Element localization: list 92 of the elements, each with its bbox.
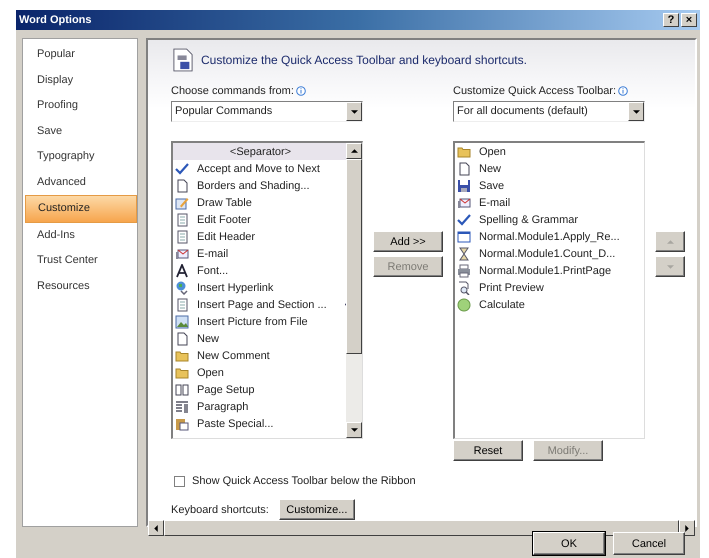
sidebar-item[interactable]: Popular [25, 42, 137, 68]
command-list-item[interactable]: <Separator> [173, 143, 346, 160]
command-list-item[interactable]: Font... [173, 262, 346, 279]
sidebar-item[interactable]: Trust Center [25, 248, 137, 274]
dialog-button[interactable]: OK [533, 532, 605, 555]
toolbar-list-item[interactable]: Calculate [455, 296, 644, 313]
toolbar-list-item[interactable]: Print Preview [455, 279, 644, 296]
folder-icon [175, 366, 189, 380]
sidebar-item[interactable]: Save [25, 118, 137, 144]
document-icon [175, 298, 189, 312]
toolbar-list-item[interactable]: Normal.Module1.Count_D... [455, 245, 644, 262]
scroll-thumb[interactable] [346, 159, 362, 354]
scroll-up-icon [350, 149, 358, 153]
toolbar-list-item[interactable]: Normal.Module1.Apply_Re... [455, 228, 644, 245]
field-label: Choose commands from: [171, 85, 294, 97]
reset-button[interactable]: Reset [453, 440, 523, 461]
dropdown-arrow-icon [632, 110, 640, 114]
folder-icon [457, 144, 471, 158]
vertical-scrollbar[interactable] [346, 143, 362, 438]
command-list-item[interactable]: New [173, 330, 346, 347]
command-list-item[interactable]: Edit Header [173, 228, 346, 245]
font-icon [175, 264, 189, 278]
field-label: Keyboard shortcuts: [171, 504, 269, 516]
toolbar-list-item[interactable]: E-mail [455, 194, 644, 211]
checkbox[interactable] [174, 476, 185, 486]
close-button[interactable]: × [681, 13, 697, 27]
dropdown-arrow-icon [350, 110, 358, 114]
section-heading: Customize the Quick Access Toolbar and keyboard shortcuts. [201, 53, 527, 67]
checkmark-icon [457, 212, 471, 226]
picture-icon [175, 314, 189, 328]
envelope-icon [457, 196, 471, 210]
command-list-item[interactable]: Draw Table [173, 194, 346, 211]
sidebar-item[interactable]: Proofing [25, 93, 137, 118]
command-list-item[interactable]: Accept and Move to Next [173, 160, 346, 177]
customize-button[interactable]: Customize... [278, 499, 355, 520]
paragraph-icon [175, 400, 189, 414]
field-label: Customize Quick Access Toolbar: [453, 85, 616, 97]
command-list-item[interactable]: New Comment [173, 347, 346, 364]
page-icon [175, 332, 189, 346]
checkbox-label: Show Quick Access Toolbar below the Ribbon [192, 475, 416, 487]
print-preview-icon [457, 280, 471, 294]
sidebar-item[interactable]: Customize [25, 195, 137, 222]
command-list-item[interactable]: Insert Page and Section ... [173, 296, 346, 313]
scroll-left-icon [154, 524, 158, 532]
info-icon [296, 86, 306, 96]
document-icon [175, 230, 189, 244]
down-arrow-icon [666, 264, 674, 268]
command-list-item[interactable]: Insert Hyperlink [173, 279, 346, 296]
submenu-arrow-icon [344, 301, 346, 308]
dialog-button[interactable]: Cancel [613, 532, 685, 555]
globe-icon [175, 280, 189, 294]
window-title: Word Options [19, 14, 92, 26]
page-icon [457, 162, 471, 176]
toolbar-list-item[interactable]: Normal.Module1.PrintPage [455, 262, 644, 279]
scroll-down-icon [350, 428, 358, 432]
command-list-item[interactable]: Paragraph [173, 398, 346, 415]
pencil-icon [175, 196, 189, 210]
document-icon [175, 212, 189, 226]
printer-icon [457, 264, 471, 278]
add-button[interactable]: Add >> [373, 231, 443, 252]
toolbar-list-item[interactable]: Open [455, 143, 644, 160]
calculate-circle-icon [457, 298, 471, 312]
clipboard-icon [175, 416, 189, 430]
book-icon [175, 382, 189, 396]
folder-icon [175, 348, 189, 362]
sidebar-item[interactable]: Typography [25, 144, 137, 170]
commands-dropdown[interactable]: Popular Commands [171, 101, 363, 122]
toolbar-list-item[interactable]: Spelling & Grammar [455, 211, 644, 228]
command-list-item[interactable]: Borders and Shading... [173, 177, 346, 194]
sidebar-item[interactable]: Resources [25, 274, 137, 299]
sidebar-item[interactable]: Display [25, 68, 137, 93]
info-icon [618, 86, 628, 96]
sidebar-item[interactable]: Add-Ins [25, 222, 137, 248]
toolbar-page-icon [173, 48, 193, 72]
hourglass-icon [457, 246, 471, 260]
command-list-item[interactable]: Page Setup [173, 381, 346, 398]
command-list-item[interactable]: Insert Picture from File [173, 313, 346, 330]
toolbar-list-item[interactable]: Save [455, 177, 644, 194]
up-arrow-icon [666, 240, 674, 244]
toolbar-list-item[interactable]: New [455, 160, 644, 177]
page-icon [175, 178, 189, 192]
sidebar-item[interactable]: Advanced [25, 170, 137, 195]
scroll-right-icon [685, 524, 689, 532]
help-button[interactable]: ? [663, 13, 679, 27]
command-list-item[interactable]: Paste Special... [173, 415, 346, 432]
toolbar-scope-dropdown[interactable]: For all documents (default) [453, 101, 645, 122]
command-list-item[interactable]: E-mail [173, 245, 346, 262]
command-list-item[interactable]: Open [173, 364, 346, 381]
command-list-item[interactable]: Edit Footer [173, 211, 346, 228]
envelope-icon [175, 246, 189, 260]
window-icon [457, 230, 471, 244]
checkmark-icon [175, 162, 189, 176]
